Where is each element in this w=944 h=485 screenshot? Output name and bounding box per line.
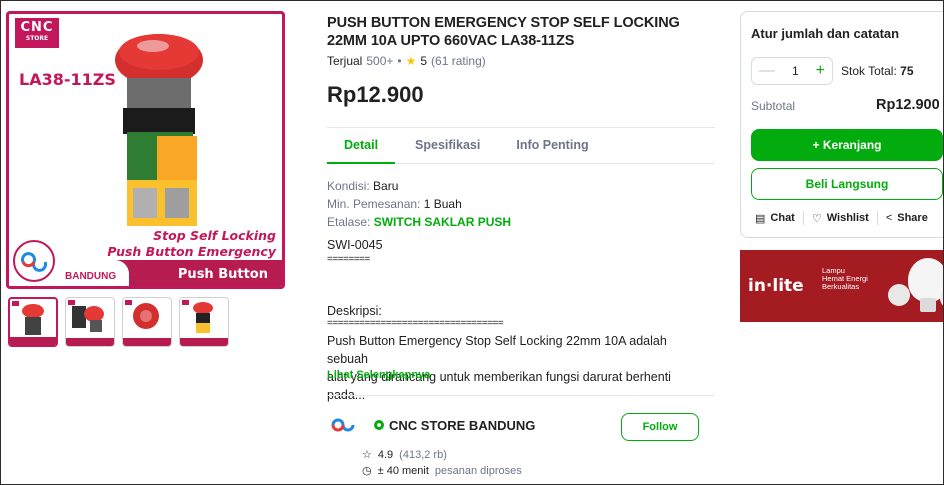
- rating-value: 5: [420, 54, 428, 68]
- sold-label: Terjual: [327, 54, 363, 68]
- rating-count[interactable]: (61 rating): [431, 54, 486, 68]
- bulb-base: [920, 298, 936, 312]
- detail-showcase: Etalase: SWITCH SAKLAR PUSH: [327, 213, 511, 231]
- store-rating-count: (413,2 rb): [399, 448, 447, 461]
- push-button-illustration: [115, 34, 203, 226]
- share-button[interactable]: Share: [897, 212, 928, 224]
- condition-value: Baru: [373, 179, 399, 193]
- process-label: pesanan diproses: [434, 464, 522, 477]
- sold-rating-row: Terjual 500+ • ★ 5 (61 rating): [327, 54, 715, 68]
- thumbnail-3[interactable]: [122, 297, 172, 347]
- detail-tabs: Detail Spesifikasi Info Penting: [327, 128, 715, 164]
- product-title: PUSH BUTTON EMERGENCY STOP SELF LOCKING …: [327, 14, 715, 50]
- condition-label: Kondisi:: [327, 179, 370, 193]
- sold-value: 500+: [366, 54, 394, 68]
- detail-min-order: Min. Pemesanan: 1 Buah: [327, 195, 511, 213]
- chat-button[interactable]: Chat: [770, 212, 794, 224]
- purchase-card-title: Atur jumlah dan catatan: [751, 26, 900, 41]
- subtotal-label: Subtotal: [751, 99, 796, 113]
- buy-now-button[interactable]: Beli Langsung: [751, 168, 943, 200]
- product-details: Kondisi: Baru Min. Pemesanan: 1 Buah Eta…: [327, 177, 511, 231]
- product-info: PUSH BUTTON EMERGENCY STOP SELF LOCKING …: [327, 14, 715, 108]
- store-logo-badge: CNC STORE: [15, 18, 59, 48]
- wishlist-button[interactable]: Wishlist: [827, 212, 869, 224]
- min-order-label: Min. Pemesanan:: [327, 197, 421, 211]
- add-to-cart-button[interactable]: + Keranjang: [751, 129, 943, 161]
- thumbnail-4[interactable]: [179, 297, 229, 347]
- product-main-image[interactable]: CNC STORE LA38-11ZS Stop Self Locking Pu…: [6, 11, 285, 289]
- store-divider: [327, 395, 715, 396]
- decrease-quantity-button[interactable]: —: [759, 62, 775, 80]
- bulb-icon: [908, 258, 944, 302]
- description-heading: Deskripsi:: [327, 304, 382, 318]
- image-city-tag: BANDUNG: [65, 271, 117, 282]
- product-title-line2: 22MM 10A UPTO 660VAC LA38-11ZS: [327, 33, 575, 49]
- quantity-stepper[interactable]: — 1 +: [751, 57, 833, 85]
- stock-value: 75: [900, 64, 914, 78]
- min-order-value: 1 Buah: [423, 197, 462, 211]
- increase-quantity-button[interactable]: +: [816, 62, 825, 80]
- stock-info: Stok Total: 75: [841, 64, 914, 78]
- banner-tag-line3: Berkualitas: [822, 282, 860, 291]
- separator-long: =================================: [327, 318, 504, 329]
- product-price: Rp12.900: [327, 82, 424, 107]
- share-icon: <: [885, 212, 893, 224]
- star-icon: ★: [405, 54, 417, 68]
- showcase-link[interactable]: SWITCH SAKLAR PUSH: [374, 215, 511, 229]
- description-text: Push Button Emergency Stop Self Locking …: [327, 332, 711, 404]
- tab-spesifikasi[interactable]: Spesifikasi: [415, 128, 480, 163]
- banner-tagline: Lampu Hemat Energi Berkualitas: [822, 267, 868, 291]
- actions-separator-1: [802, 211, 804, 225]
- chat-icon: ▤: [755, 212, 766, 225]
- process-time: ± 40 menit: [377, 464, 429, 477]
- dot-separator: •: [397, 54, 402, 68]
- tab-info-penting[interactable]: Info Penting: [516, 128, 588, 163]
- purchase-card: Atur jumlah dan catatan — 1 + Stok Total…: [740, 11, 944, 238]
- tab-detail[interactable]: Detail: [327, 128, 396, 164]
- image-caption-line2: Push Button Emergency: [107, 244, 276, 259]
- logo-line2: STORE: [25, 35, 49, 42]
- store-logo-icon[interactable]: [330, 415, 356, 435]
- read-more-link[interactable]: Lihat Selengkapnya: [327, 369, 430, 381]
- quantity-value[interactable]: 1: [792, 64, 799, 78]
- thumbnail-1[interactable]: [8, 297, 58, 347]
- follow-button[interactable]: Follow: [621, 413, 699, 441]
- store-process-row: ◷ ± 40 menit pesanan diproses: [362, 464, 522, 478]
- subtotal-value: Rp12.900: [876, 97, 940, 113]
- thumbnail-2[interactable]: [65, 297, 115, 347]
- image-caption-line1: Stop Self Locking: [153, 228, 276, 243]
- store-rating-row: ☆ 4.9 (413,2 rb): [362, 448, 447, 462]
- description-line1: Push Button Emergency Stop Self Locking …: [327, 334, 667, 366]
- store-emblem-icon: [13, 240, 55, 282]
- image-push-label: Push Button: [177, 267, 268, 282]
- product-sku: SWI-0045: [327, 238, 383, 252]
- banner-brand: in·lite: [748, 276, 804, 296]
- store-name[interactable]: CNC STORE BANDUNG: [389, 418, 535, 433]
- star-outline-icon: ☆: [362, 449, 372, 461]
- inlite-ad-banner[interactable]: in·lite Lampu Hemat Energi Berkualitas: [740, 250, 944, 322]
- verified-badge-icon: [374, 420, 384, 430]
- clock-icon: ◷: [362, 465, 372, 477]
- showcase-label: Etalase:: [327, 215, 371, 229]
- bulb-icon-small: [888, 284, 910, 306]
- detail-condition: Kondisi: Baru: [327, 177, 511, 195]
- actions-separator-2: [876, 211, 878, 225]
- stock-label: Stok Total:: [841, 64, 897, 78]
- heart-icon: ♡: [811, 212, 822, 225]
- thumbnail-strip: [8, 297, 229, 347]
- store-header: CNC STORE BANDUNG: [330, 415, 535, 435]
- logo-line1: CNC: [20, 20, 54, 35]
- store-rating: 4.9: [377, 448, 394, 461]
- card-actions: ▤ Chat ♡ Wishlist < Share: [755, 211, 928, 225]
- product-title-line1: PUSH BUTTON EMERGENCY STOP SELF LOCKING: [327, 15, 680, 31]
- separator-short: ========: [327, 254, 370, 265]
